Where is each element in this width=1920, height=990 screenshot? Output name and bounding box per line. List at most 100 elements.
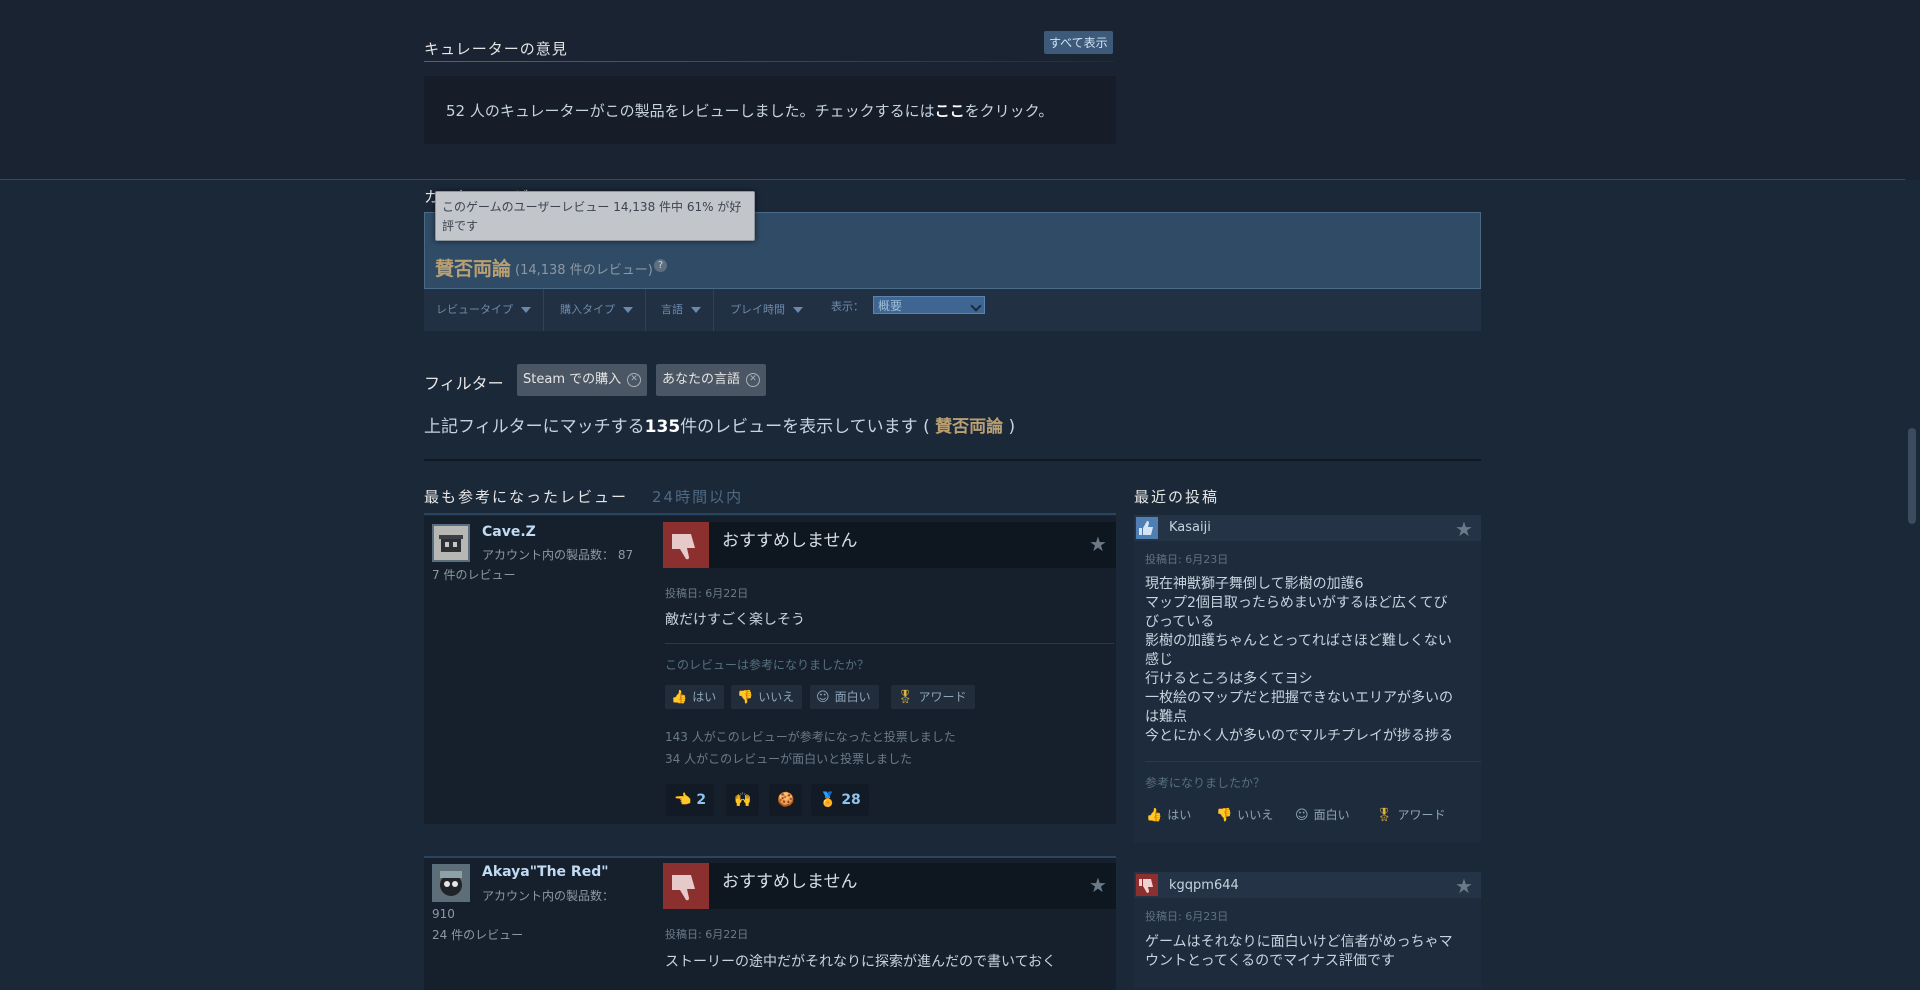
recent-post-date: 投稿日: 6月23日 — [1145, 553, 1229, 566]
review-body: ストーリーの途中だがそれなりに探索が進んだので書いておく — [665, 954, 1057, 970]
match-rating: 賛否両論 — [935, 417, 1004, 437]
award-chip[interactable]: 🙌 — [726, 784, 760, 816]
filter-chip-steam-purchase[interactable]: Steam での購入 ✕ — [517, 364, 648, 396]
award-ribbon-icon: 🎖 — [897, 690, 914, 705]
recent-post-line: 今とにかく人が多いのでマルチプレイが捗る捗る — [1145, 728, 1453, 744]
section-divider — [0, 179, 1905, 180]
match-count: 135 — [644, 417, 681, 437]
most-helpful-period[interactable]: 24時間以内 — [652, 486, 743, 507]
vote-no-button[interactable]: 👎 いいえ — [731, 685, 803, 709]
review-body: 敵だけすごく楽しそう — [665, 612, 805, 628]
page-scrollbar[interactable] — [1908, 428, 1916, 524]
purchase-type-dropdown[interactable]: 購入タイプ — [548, 289, 646, 331]
thumbs-up-icon: 👍 — [1146, 808, 1163, 823]
review-author[interactable]: Akaya"The Red" — [482, 864, 609, 880]
avatar[interactable] — [432, 864, 470, 902]
recent-post-line: 現在神獣獅子舞倒して影樹の加護6 — [1145, 576, 1364, 592]
display-select-value: 概要 — [878, 299, 903, 313]
award-label: アワード — [918, 690, 967, 704]
curator-summary: 52 人のキュレーターがこの製品をレビューしました。チェックするにはここをクリッ… — [446, 100, 1053, 121]
language-dropdown[interactable]: 言語 — [649, 289, 714, 331]
vote-funny-button[interactable]: ☺ 面白い — [810, 685, 879, 709]
close-icon[interactable]: ✕ — [746, 372, 761, 387]
overall-rating[interactable]: 賛否両論 — [435, 254, 511, 281]
award-chip[interactable]: 👈 2 — [666, 784, 715, 816]
award-button[interactable]: 🎖 アワード — [1370, 803, 1454, 827]
reviews-underline — [424, 513, 1116, 515]
vote-yes-button[interactable]: 👍 はい — [1140, 803, 1199, 827]
medal-icon: 🏅 — [819, 792, 837, 808]
recent-posts-title: 最近の投稿 — [1134, 488, 1220, 506]
playtime-dropdown[interactable]: プレイ時間 — [718, 289, 815, 331]
smiley-icon: ☺ — [816, 690, 830, 705]
author-review-count[interactable]: 24 件のレビュー — [432, 926, 523, 943]
author-product-count-label[interactable]: アカウント内の製品数： — [482, 887, 614, 904]
recent-post-body: ゲームはそれなりに面白いけど信者がめっちゃマ ウントとってくるのでマイナス評価で… — [1145, 933, 1475, 971]
recent-post-user[interactable]: kgqpm644 — [1169, 878, 1239, 893]
vote-no-label: いいえ — [758, 690, 795, 704]
thumbs-down-icon: 👎 — [1216, 808, 1233, 823]
vote-funny-label: 面白い — [1313, 808, 1350, 822]
chevron-down-icon — [970, 300, 982, 312]
recent-post-line: マップ2個目取ったらめまいがするほど広くてび — [1145, 595, 1448, 611]
filter-chip-your-language[interactable]: あなたの言語 ✕ — [656, 364, 767, 396]
display-select[interactable]: 概要 — [873, 296, 985, 314]
curator-section-title: キュレーターの意見 — [424, 40, 568, 58]
review-type-dropdown[interactable]: レビュータイプ — [424, 289, 544, 331]
match-suffix: ) — [1003, 417, 1016, 437]
recent-post-separator — [1145, 761, 1481, 762]
close-icon[interactable]: ✕ — [627, 372, 642, 387]
award-ribbon-icon: 🎖 — [1376, 808, 1393, 823]
section-rule — [424, 459, 1481, 461]
filter-chip-label: Steam での購入 — [523, 372, 622, 387]
curator-link[interactable]: ここ — [935, 102, 965, 120]
most-helpful-title: 最も参考になったレビュー — [424, 488, 629, 506]
award-chip[interactable]: 🏅 28 — [811, 784, 869, 816]
review-count: (14,138 件のレビュー) — [515, 263, 653, 278]
helpful-question: このレビューは参考になりましたか？ — [665, 658, 870, 672]
recent-post-line: ゲームはそれなりに面白いけど信者がめっちゃマ — [1145, 934, 1453, 950]
author-product-count[interactable]: 910 — [432, 907, 455, 921]
cookie-icon: 🍪 — [777, 792, 795, 808]
rating-tooltip: このゲームのユーザーレビュー 14,138 件中 61% が好評です — [435, 191, 755, 241]
avatar-image — [434, 866, 468, 900]
star-icon[interactable]: ★ — [1089, 873, 1107, 897]
award-chip[interactable]: 🍪 — [769, 784, 803, 816]
playtime-label: プレイ時間 — [730, 303, 785, 316]
hands-up-icon: 🙌 — [734, 792, 752, 808]
vote-no-button[interactable]: 👎 いいえ — [1210, 803, 1281, 827]
display-label: 表示： — [831, 300, 864, 313]
purchase-type-label: 購入タイプ — [560, 303, 615, 316]
helpful-vote-count: 143 人がこのレビューが参考になったと投票しました — [665, 730, 956, 744]
vote-funny-label: 面白い — [834, 690, 871, 704]
review-separator — [665, 643, 1114, 644]
vote-funny-button[interactable]: ☺ 面白い — [1289, 803, 1358, 827]
curator-text-before: 人のキュレーターがこの製品をレビューしました。チェックするには — [465, 102, 935, 120]
review-type-label: レビュータイプ — [436, 303, 513, 316]
award-count: 28 — [841, 792, 861, 808]
help-icon[interactable]: ? — [654, 259, 667, 272]
author-review-count[interactable]: 7 件のレビュー — [432, 566, 515, 583]
star-icon[interactable]: ★ — [1089, 532, 1107, 556]
recent-post-body: 現在神獣獅子舞倒して影樹の加護6 マップ2個目取ったらめまいがするほど広くてび … — [1145, 575, 1475, 746]
thumbs-up-glyph — [1139, 521, 1153, 535]
recent-post-line: 影樹の加護ちゃんととってればさほど難しくない — [1145, 633, 1452, 649]
review-author[interactable]: Cave.Z — [482, 524, 536, 540]
match-prefix: 上記フィルターにマッチする — [424, 417, 645, 437]
recent-post-line: ウントとってくるのでマイナス評価です — [1145, 953, 1395, 969]
avatar[interactable] — [432, 524, 470, 562]
curator-text-after: をクリック。 — [964, 102, 1054, 120]
recent-post-line: 行けるところは多くてヨシ — [1145, 671, 1313, 687]
recent-post-user[interactable]: Kasaiji — [1169, 520, 1211, 535]
thumbs-up-icon — [1136, 517, 1158, 539]
author-product-count[interactable]: アカウント内の製品数： 87 — [482, 546, 633, 563]
vote-yes-label: はい — [692, 690, 717, 704]
thumbs-down-glyph — [1139, 879, 1153, 893]
recent-post-line: は難点 — [1145, 709, 1187, 725]
see-all-button[interactable]: すべて表示 — [1044, 31, 1113, 54]
star-icon[interactable]: ★ — [1455, 874, 1473, 898]
award-button[interactable]: 🎖 アワード — [891, 685, 975, 709]
vote-yes-button[interactable]: 👍 はい — [665, 685, 725, 709]
star-icon[interactable]: ★ — [1455, 517, 1473, 541]
thumbs-down-glyph — [672, 875, 695, 901]
